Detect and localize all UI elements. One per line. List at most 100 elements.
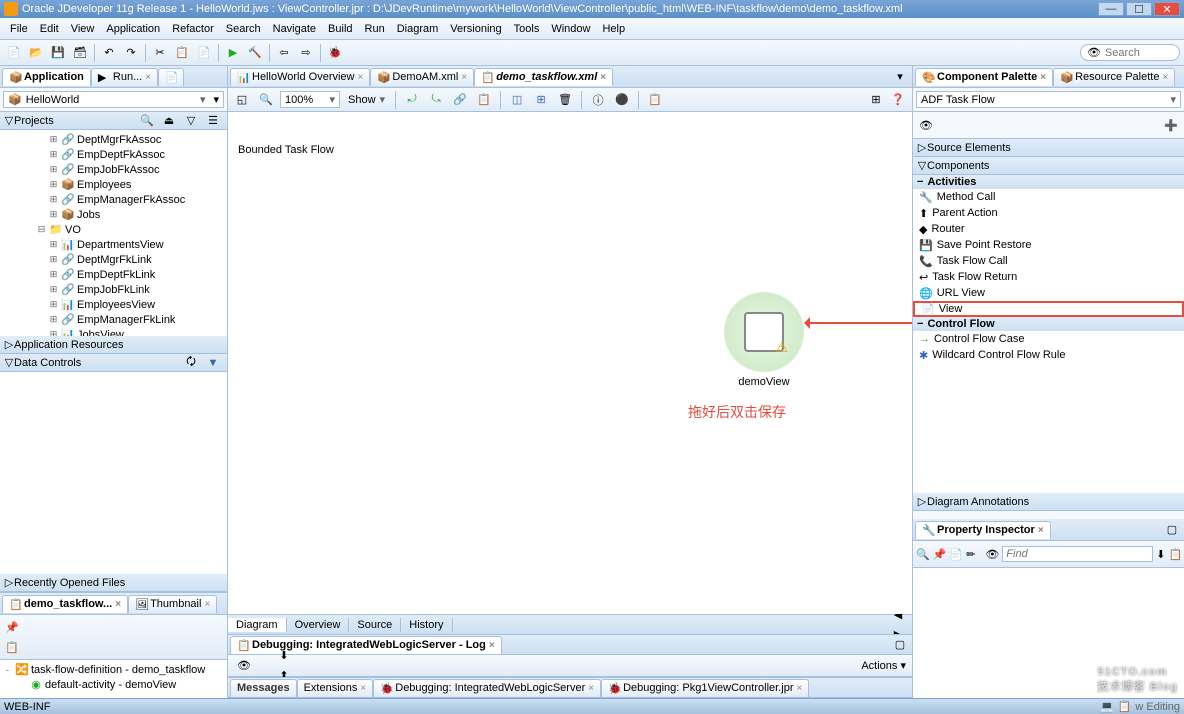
tree-node[interactable]: ⊞📊DepartmentsView bbox=[0, 237, 227, 252]
close-icon[interactable]: × bbox=[588, 683, 594, 694]
expand-icon[interactable]: ⊞ bbox=[48, 134, 59, 145]
close-icon[interactable]: × bbox=[358, 72, 364, 83]
msg-tab-messages[interactable]: Messages bbox=[230, 679, 297, 697]
close-icon[interactable]: × bbox=[1040, 72, 1046, 83]
zoom-selector[interactable]: 100%▾ bbox=[280, 91, 340, 108]
tab-diagram[interactable]: Diagram bbox=[228, 618, 287, 632]
menu-file[interactable]: File bbox=[4, 21, 34, 37]
tab-overview[interactable]: 📊HelloWorld Overview× bbox=[230, 68, 370, 86]
ed-tool[interactable]: 📋 bbox=[645, 90, 665, 110]
expand-icon[interactable]: ⊟ bbox=[36, 224, 47, 235]
source-elements-header[interactable]: ▷Source Elements bbox=[913, 139, 1184, 157]
prop-tool[interactable]: 📄 bbox=[949, 544, 963, 564]
ed-tool[interactable]: ⓘ bbox=[588, 90, 608, 110]
close-icon[interactable]: × bbox=[1038, 525, 1044, 536]
log-tab[interactable]: 📋Debugging: IntegratedWebLogicServer - L… bbox=[230, 636, 502, 654]
tree-node[interactable]: ⊞🔗EmpManagerFkLink bbox=[0, 312, 227, 327]
save-button[interactable]: 💾 bbox=[48, 43, 68, 63]
comp-task-flow-call[interactable]: 📞Task Flow Call bbox=[913, 253, 1184, 269]
palette-category[interactable]: ADF Task Flow▾ bbox=[916, 91, 1181, 108]
tab-demoam[interactable]: 📦DemoAM.xml× bbox=[370, 68, 474, 86]
menu-help[interactable]: Help bbox=[596, 21, 631, 37]
menu-versioning[interactable]: Versioning bbox=[444, 21, 507, 37]
tree-node[interactable]: ⊞🔗DeptMgrFkLink bbox=[0, 252, 227, 267]
undo-button[interactable]: ↶ bbox=[99, 43, 119, 63]
prop-tool[interactable]: 🔍 bbox=[916, 544, 930, 564]
structure-node[interactable]: -🔀task-flow-definition - demo_taskflow bbox=[0, 662, 227, 677]
menu-view[interactable]: View bbox=[65, 21, 101, 37]
dc-filter[interactable]: ▼ bbox=[203, 353, 223, 373]
open-button[interactable]: 📂 bbox=[26, 43, 46, 63]
tab-source[interactable]: Source bbox=[349, 618, 401, 632]
ed-tool[interactable]: ⤾ bbox=[402, 90, 422, 110]
search-input[interactable] bbox=[1105, 47, 1175, 59]
build-button[interactable]: 🔨 bbox=[245, 43, 265, 63]
proj-tool-4[interactable]: ☰ bbox=[203, 111, 223, 131]
close-icon[interactable]: × bbox=[489, 640, 495, 651]
tab-resource-palette[interactable]: 📦Resource Palette× bbox=[1053, 68, 1175, 86]
tree-node[interactable]: ⊞📊EmployeesView bbox=[0, 297, 227, 312]
tab-run[interactable]: ▶Run...× bbox=[91, 68, 158, 86]
close-icon[interactable]: × bbox=[204, 599, 210, 610]
comp-control-flow-case[interactable]: →Control Flow Case bbox=[913, 331, 1184, 347]
menu-edit[interactable]: Edit bbox=[34, 21, 65, 37]
recent-files-header[interactable]: ▷Recently Opened Files bbox=[0, 574, 227, 592]
tool-icon[interactable]: 📋 bbox=[2, 637, 22, 657]
projects-header[interactable]: ▽ Projects 🔍 ⏏ ▽ ☰ bbox=[0, 112, 227, 130]
msg-tab-ext[interactable]: Extensions× bbox=[297, 679, 374, 697]
comp-view[interactable]: 📄View bbox=[913, 301, 1184, 317]
close-button[interactable]: ✕ bbox=[1154, 2, 1180, 16]
tree-node[interactable]: ⊞🔗EmpDeptFkAssoc bbox=[0, 147, 227, 162]
expand-icon[interactable]: ⊞ bbox=[48, 269, 59, 280]
prop-tool[interactable]: ✏ bbox=[966, 544, 975, 564]
add-icon[interactable]: ➕ bbox=[1161, 115, 1181, 135]
ed-tool[interactable]: ◫ bbox=[507, 90, 527, 110]
close-icon[interactable]: × bbox=[1162, 72, 1168, 83]
close-icon[interactable]: × bbox=[461, 72, 467, 83]
step-icon[interactable]: ⬇ bbox=[274, 646, 294, 666]
data-controls-header[interactable]: ▽Data Controls 🗘▼ bbox=[0, 354, 227, 372]
paste-button[interactable]: 📄 bbox=[194, 43, 214, 63]
maximize-button[interactable]: ☐ bbox=[1126, 2, 1152, 16]
comp-url-view[interactable]: 🌐URL View bbox=[913, 285, 1184, 301]
components-header[interactable]: ▽Components bbox=[913, 157, 1184, 175]
actions-menu[interactable]: Actions ▾ bbox=[861, 659, 906, 672]
comp-router[interactable]: ◆Router bbox=[913, 221, 1184, 237]
zoom-in-icon[interactable]: 🔍 bbox=[256, 90, 276, 110]
msg-tab-debug1[interactable]: 🐞Debugging: IntegratedWebLogicServer× bbox=[373, 679, 601, 697]
forward-button[interactable]: ⇨ bbox=[296, 43, 316, 63]
thumbnail-tab[interactable]: 🖼Thumbnail× bbox=[128, 595, 217, 613]
project-tree[interactable]: ⊞🔗DeptMgrFkAssoc⊞🔗EmpDeptFkAssoc⊞🔗EmpJob… bbox=[0, 130, 227, 336]
ed-tool[interactable]: ◱ bbox=[232, 90, 252, 110]
saveall-button[interactable]: 🗃 bbox=[70, 43, 90, 63]
tree-node[interactable]: ⊞📦Employees bbox=[0, 177, 227, 192]
tree-node[interactable]: ⊞🔗EmpManagerFkAssoc bbox=[0, 192, 227, 207]
ed-tool[interactable]: ⚫ bbox=[612, 90, 632, 110]
activities-section[interactable]: −Activities bbox=[913, 175, 1184, 189]
comp-parent-action[interactable]: ⬆Parent Action bbox=[913, 205, 1184, 221]
tree-node[interactable]: ⊞🔗EmpJobFkAssoc bbox=[0, 162, 227, 177]
tab-other[interactable]: 📄 bbox=[158, 68, 184, 86]
view-node[interactable]: demoView bbox=[724, 292, 804, 388]
tree-node[interactable]: ⊞🔗EmpDeptFkLink bbox=[0, 267, 227, 282]
tree-node[interactable]: ⊟📁VO bbox=[0, 222, 227, 237]
menu-application[interactable]: Application bbox=[100, 21, 166, 37]
menu-navigate[interactable]: Navigate bbox=[267, 21, 322, 37]
show-selector[interactable]: Show▾ bbox=[344, 92, 389, 107]
expand-icon[interactable]: ⊞ bbox=[48, 299, 59, 310]
comp-save-point[interactable]: 💾Save Point Restore bbox=[913, 237, 1184, 253]
menu-refactor[interactable]: Refactor bbox=[166, 21, 220, 37]
minimize-button[interactable]: — bbox=[1098, 2, 1124, 16]
tab-property-inspector[interactable]: 🔧Property Inspector× bbox=[915, 521, 1051, 539]
tab-list-icon[interactable]: ▾ bbox=[890, 67, 910, 87]
close-icon[interactable]: × bbox=[360, 683, 366, 694]
menu-window[interactable]: Window bbox=[545, 21, 596, 37]
menu-search[interactable]: Search bbox=[220, 21, 267, 37]
expand-icon[interactable]: ⊞ bbox=[48, 254, 59, 265]
tab-application[interactable]: 📦Application bbox=[2, 68, 91, 86]
back-button[interactable]: ⇦ bbox=[274, 43, 294, 63]
structure-node[interactable]: ◉default-activity - demoView bbox=[0, 677, 227, 692]
expand-icon[interactable]: ⊞ bbox=[48, 179, 59, 190]
ed-tool[interactable]: 🗑 bbox=[555, 90, 575, 110]
dc-refresh[interactable]: 🗘 bbox=[181, 353, 201, 373]
